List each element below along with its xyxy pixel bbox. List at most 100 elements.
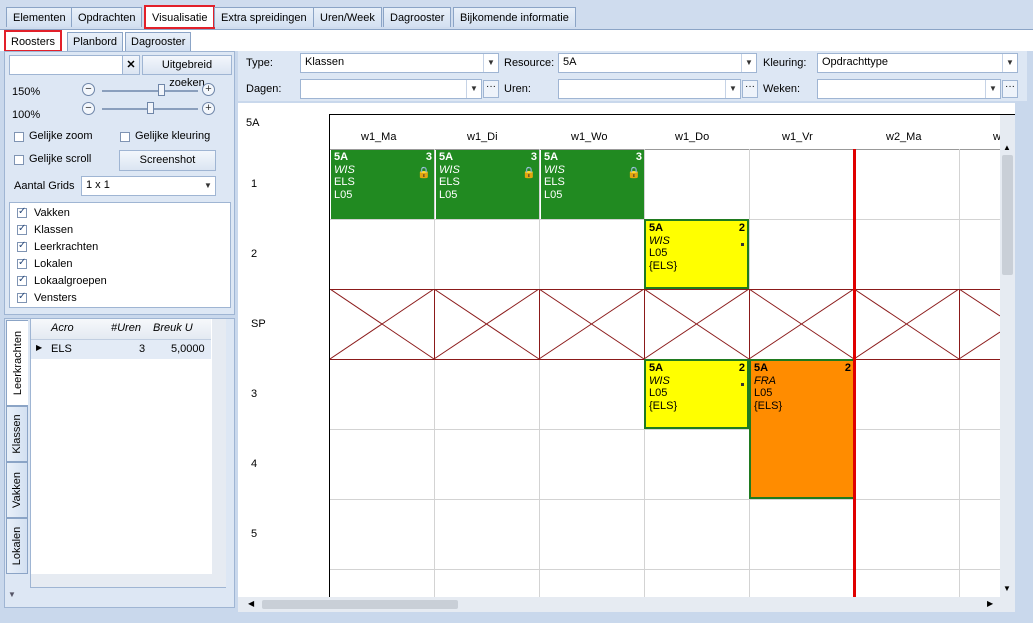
lesson-block[interactable]: 5A FRA L05 {ELS} 2 [749, 359, 855, 499]
tab-roosters[interactable]: Roosters [4, 30, 63, 52]
checkbox-vensters[interactable] [17, 291, 27, 303]
tab-visualisatie[interactable]: Visualisatie [144, 5, 216, 29]
zoom-slider-1[interactable] [102, 90, 198, 92]
lesson-subject: FRA [754, 374, 776, 387]
marker-icon [741, 383, 744, 386]
lock-icon: 🔒 [417, 167, 431, 179]
grid-vscrollbar[interactable]: ▲ ▼ [1000, 115, 1015, 598]
label-vensters: Vensters [34, 292, 77, 304]
chevron-down-icon: ▼ [725, 80, 740, 98]
col-acro[interactable]: Acro [51, 322, 74, 334]
vtab-vakken[interactable]: Vakken [6, 462, 28, 518]
tab-elementen[interactable]: Elementen [6, 7, 73, 27]
lock-icon: 🔒 [522, 167, 536, 179]
grids-select-value: 1 x 1 [86, 179, 110, 191]
tab-dagrooster[interactable]: Dagrooster [383, 7, 452, 27]
resource-label: Resource: [504, 57, 555, 69]
chevron-down-icon[interactable]: ▼ [1003, 584, 1011, 593]
dagen-label: Dagen: [246, 83, 282, 95]
screenshot-button[interactable]: Screenshot [119, 150, 216, 171]
marker-icon [741, 243, 744, 246]
table-row[interactable]: ▶ ELS 3 5,0000 [31, 340, 211, 359]
day-header: w1_Vr [782, 131, 813, 143]
label-lokalen: Lokalen [34, 258, 73, 270]
type-label: Type: [246, 57, 273, 69]
equal-color-checkbox[interactable] [120, 132, 130, 142]
lesson-block[interactable]: 5A WIS ELS L05 3 🔒 [541, 150, 644, 219]
chevron-right-icon[interactable]: ▶ [987, 599, 993, 608]
lesson-block[interactable]: 5A WIS L05 {ELS} 2 [644, 219, 749, 289]
lesson-count: 3 [635, 151, 642, 163]
checkbox-lokalen[interactable] [17, 257, 27, 269]
lesson-count: 2 [738, 362, 745, 374]
weken-dots-button[interactable]: ··· [1002, 80, 1018, 98]
search-input[interactable] [9, 55, 123, 75]
table-hscrollbar[interactable] [31, 574, 212, 587]
lesson-teacher: {ELS} [649, 399, 678, 412]
zoom-in-icon-2[interactable]: + [202, 102, 215, 115]
col-uren[interactable]: #Uren [111, 322, 141, 334]
lesson-room: L05 [334, 188, 353, 201]
day-header: w1_Ma [361, 131, 397, 143]
chevron-up-icon[interactable]: ▲ [1003, 143, 1011, 152]
equal-zoom-checkbox[interactable] [14, 132, 24, 142]
grid-hscrollbar[interactable]: ◀ ▶ [238, 597, 1015, 612]
vtab-lokalen[interactable]: Lokalen [6, 518, 28, 574]
zoom-in-icon[interactable]: + [202, 83, 215, 96]
grid-vscroll-thumb[interactable] [1002, 155, 1013, 275]
label-klassen: Klassen [34, 224, 74, 236]
checkbox-leerkrachten[interactable] [17, 240, 27, 252]
grids-select[interactable]: 1 x 1 ▼ [81, 176, 216, 196]
cell-uren: 3 [139, 343, 146, 355]
lesson-count: 3 [530, 151, 537, 163]
lesson-subject: WIS [649, 374, 670, 387]
checkbox-lokaalgroepen[interactable] [17, 274, 27, 286]
main-tab-bar: Elementen Opdrachten Visualisatie Extra … [0, 0, 1033, 29]
checkbox-klassen[interactable] [17, 223, 27, 235]
lesson-block[interactable]: 5A WIS ELS L05 3 🔒 [436, 150, 539, 219]
clear-search-button[interactable]: ✕ [122, 55, 140, 75]
tab-uren-week[interactable]: Uren/Week [313, 7, 382, 27]
dagen-select[interactable]: ▼ [300, 79, 482, 99]
advanced-search-button[interactable]: Uitgebreid zoeken [142, 55, 232, 89]
equal-scroll-checkbox[interactable] [14, 155, 24, 165]
type-select-value: Klassen [305, 56, 345, 68]
zoom-slider-2-thumb[interactable] [147, 102, 154, 114]
element-type-list: Vakken Klassen Leerkrachten Lokalen Loka… [9, 202, 231, 308]
dagen-dots-button[interactable]: ··· [483, 80, 499, 98]
lesson-class: 5A [439, 151, 454, 163]
type-select[interactable]: Klassen ▼ [300, 53, 499, 73]
vtab-klassen[interactable]: Klassen [6, 406, 28, 462]
day-header: w1_Wo [571, 131, 608, 143]
row-label: 1 [251, 178, 258, 190]
today-line [853, 149, 856, 598]
uren-dots-button[interactable]: ··· [742, 80, 758, 98]
vtab-leerkrachten[interactable]: Leerkrachten [6, 320, 28, 406]
zoom-slider-1-thumb[interactable] [157, 84, 165, 96]
grid-line [330, 499, 1000, 500]
zoom-out-icon-2[interactable]: − [82, 102, 95, 115]
tab-planbord[interactable]: Planbord [67, 32, 124, 51]
chevron-left-icon[interactable]: ◀ [248, 599, 254, 608]
lesson-block[interactable]: 5A WIS ELS L05 3 🔒 [331, 150, 434, 219]
lesson-count: 2 [738, 222, 745, 234]
kleuring-select[interactable]: Opdrachttype ▼ [817, 53, 1018, 73]
grid-hscroll-thumb[interactable] [262, 600, 458, 609]
tab-bijkomende-informatie[interactable]: Bijkomende informatie [453, 7, 576, 27]
zoom-label-2: 100% [12, 109, 41, 121]
zoom-out-icon[interactable]: − [82, 83, 95, 96]
tab-extra-spreidingen[interactable]: Extra spreidingen [214, 7, 314, 27]
resource-select[interactable]: 5A ▼ [558, 53, 757, 73]
table-vscrollbar[interactable] [212, 319, 226, 587]
weken-select[interactable]: ▼ [817, 79, 1001, 99]
uren-select[interactable]: ▼ [558, 79, 741, 99]
label-leerkrachten: Leerkrachten [34, 241, 99, 253]
chevron-down-icon: ▼ [741, 54, 756, 72]
lesson-block[interactable]: 5A WIS L05 {ELS} 2 [644, 359, 749, 429]
chevron-down-icon[interactable]: ▼ [8, 590, 16, 599]
col-breuk[interactable]: Breuk U [153, 322, 193, 334]
tab-opdrachten[interactable]: Opdrachten [71, 7, 143, 27]
lesson-subject: WIS [649, 234, 670, 247]
checkbox-vakken[interactable] [17, 206, 27, 218]
tab-dagrooster-sub[interactable]: Dagrooster [125, 32, 192, 51]
